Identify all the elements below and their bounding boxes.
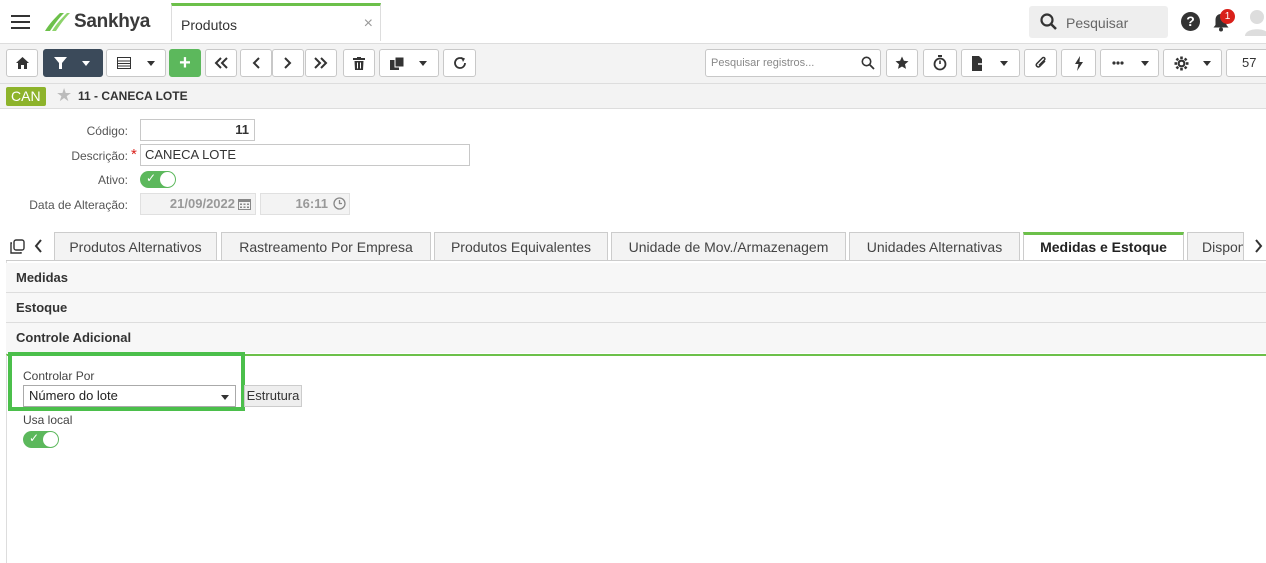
stopwatch-icon (933, 55, 947, 71)
record-header: CAN ★ 11 - CANECA LOTE (0, 84, 1266, 109)
refresh-button[interactable] (443, 49, 476, 77)
global-search-label: Pesquisar (1066, 15, 1129, 31)
export-button[interactable] (961, 49, 1020, 77)
actions-button[interactable] (1061, 49, 1096, 77)
data-alteracao-value: 21/09/2022 (169, 196, 235, 211)
filter-icon (54, 56, 67, 69)
global-search[interactable]: Pesquisar (1029, 6, 1168, 38)
menu-icon[interactable] (11, 15, 30, 29)
last-record-button[interactable] (305, 49, 337, 77)
chevron-down-icon (1000, 60, 1008, 66)
descricao-label: Descrição: (71, 149, 128, 163)
descricao-field[interactable]: CANECA LOTE (140, 144, 470, 166)
top-bar: Sankhya Produtos × Pesquisar ? 1 (0, 0, 1266, 44)
chevron-right-icon[interactable] (1254, 239, 1263, 253)
usa-local-toggle[interactable]: ✓ (23, 431, 59, 448)
record-toolbar: + 57 (0, 44, 1266, 84)
estrutura-button[interactable]: Estrutura (244, 385, 302, 407)
toggle-knob (43, 432, 58, 447)
chevron-down-icon (1141, 60, 1149, 66)
double-chevron-left-icon (214, 57, 228, 69)
tab-produtos-alternativos[interactable]: Produtos Alternativos (54, 232, 217, 261)
favorite-button[interactable] (886, 49, 918, 77)
data-alteracao-label: Data de Alteração: (29, 198, 128, 212)
tab-rastreamento-por-empresa[interactable]: Rastreamento Por Empresa (221, 232, 431, 261)
record-search[interactable] (705, 49, 881, 77)
tabs-divider (6, 260, 1266, 261)
first-record-button[interactable] (205, 49, 237, 77)
more-options-button[interactable] (1100, 49, 1159, 77)
ativo-label: Ativo: (97, 173, 128, 187)
attachment-button[interactable] (1024, 49, 1057, 77)
close-icon[interactable]: × (364, 15, 373, 33)
record-search-input[interactable] (706, 50, 856, 76)
tab-unidades-alternativas[interactable]: Unidades Alternativas (849, 232, 1020, 261)
home-button[interactable] (6, 49, 38, 77)
sankhya-logo-mark (45, 13, 70, 31)
add-record-button[interactable]: + (169, 49, 201, 77)
double-chevron-right-icon (314, 57, 328, 69)
gear-icon (1174, 56, 1189, 70)
chevron-down-icon (1203, 60, 1211, 66)
chevron-down-icon (82, 60, 90, 66)
lightning-icon (1074, 55, 1083, 71)
record-badge: CAN (6, 87, 46, 106)
check-icon: ✓ (146, 171, 157, 185)
hora-alteracao-value: 16:11 (295, 196, 328, 211)
section-estoque[interactable]: Estoque (6, 293, 1266, 323)
file-export-icon (972, 55, 985, 71)
previous-record-button[interactable] (240, 49, 272, 77)
paperclip-icon (1035, 56, 1046, 68)
window-copy-icon[interactable] (10, 239, 25, 254)
brand-name: Sankhya (74, 11, 151, 32)
tab-medidas-e-estoque[interactable]: Medidas e Estoque (1023, 232, 1184, 261)
page-number[interactable]: 57 (1226, 49, 1266, 77)
clock-icon (333, 197, 346, 210)
chevron-down-icon (419, 60, 427, 66)
usa-local-label: Usa local (23, 413, 73, 427)
help-icon[interactable]: ? (1181, 12, 1200, 31)
settings-button[interactable] (1163, 49, 1222, 77)
toggle-knob (160, 172, 175, 187)
list-view-icon (117, 57, 131, 69)
codigo-label: Código: (86, 124, 128, 138)
notification-badge: 1 (1220, 9, 1235, 24)
highlight-box (8, 352, 245, 411)
record-title: 11 - CANECA LOTE (78, 89, 188, 103)
section-controle-adicional[interactable]: Controle Adicional (6, 323, 1266, 353)
copy-button[interactable] (379, 49, 439, 77)
refresh-icon (453, 57, 466, 69)
chevron-down-icon (147, 60, 155, 66)
required-mark: * (131, 146, 137, 163)
timer-button[interactable] (923, 49, 957, 77)
home-icon (15, 57, 29, 69)
codigo-field[interactable]: 11 (140, 119, 255, 141)
tab-produtos-equivalentes[interactable]: Produtos Equivalentes (434, 232, 608, 261)
more-horizontal-icon (1112, 61, 1124, 65)
search-icon (1040, 13, 1057, 30)
check-icon: ✓ (29, 431, 40, 445)
copy-icon (390, 56, 404, 70)
app-tab-produtos[interactable]: Produtos × (171, 3, 381, 41)
app-tab-label: Produtos (181, 17, 238, 33)
chevron-right-icon (284, 57, 292, 69)
tab-disponibilidade[interactable]: Disponibilidade (1187, 232, 1244, 261)
calendar-icon (238, 199, 251, 210)
next-record-button[interactable] (272, 49, 304, 77)
ativo-toggle[interactable]: ✓ (140, 171, 176, 188)
avatar[interactable] (1244, 8, 1266, 36)
chevron-left-icon (252, 57, 260, 69)
delete-button[interactable] (343, 49, 375, 77)
search-icon[interactable] (861, 56, 875, 70)
detail-tabs: Produtos Alternativos Rastreamento Por E… (0, 231, 1266, 261)
star-icon[interactable]: ★ (56, 85, 72, 106)
sankhya-logo[interactable]: Sankhya (42, 10, 150, 34)
filter-button[interactable] (43, 49, 103, 77)
grid-view-button[interactable] (106, 49, 166, 77)
star-icon (895, 56, 909, 69)
section-medidas[interactable]: Medidas (6, 263, 1266, 293)
tab-unidade-mov-armazenagem[interactable]: Unidade de Mov./Armazenagem (611, 232, 846, 261)
chevron-left-icon[interactable] (34, 239, 43, 253)
trash-icon (353, 56, 365, 70)
